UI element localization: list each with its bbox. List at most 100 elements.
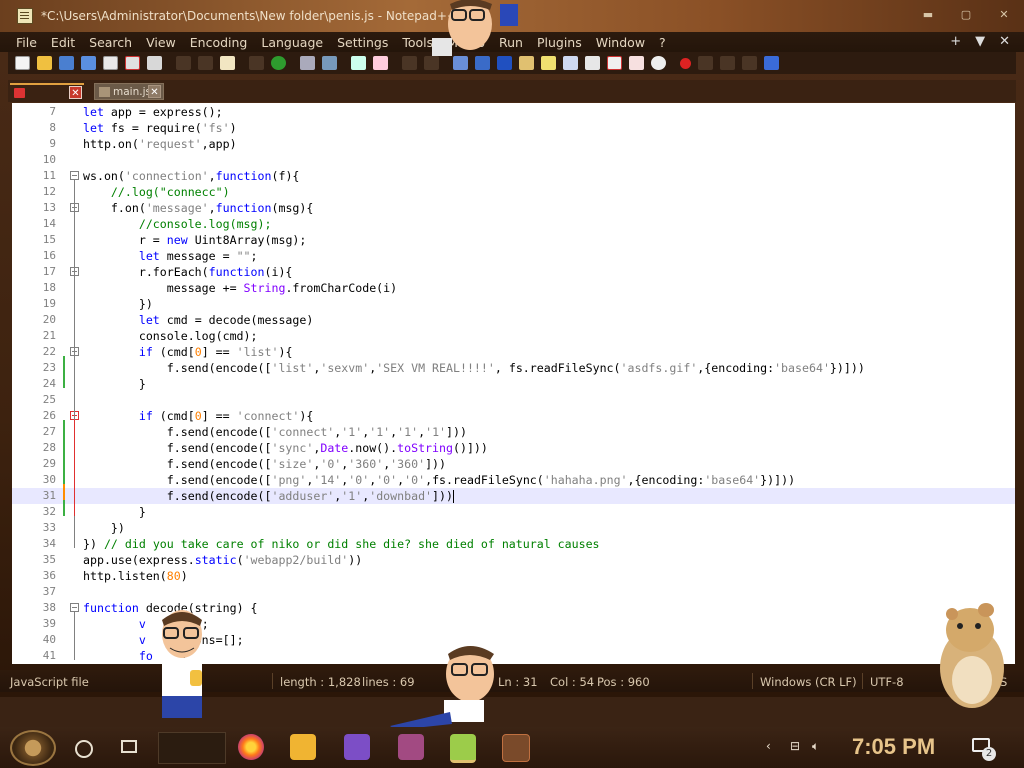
save-icon[interactable] (59, 56, 74, 70)
code-line[interactable]: 26 if (cmd[0] == 'connect'){ (12, 408, 1015, 424)
doc-list-icon[interactable] (563, 56, 578, 70)
function-list-icon[interactable] (585, 56, 600, 70)
maximize-icon[interactable]: ▢ (954, 9, 978, 21)
code-line[interactable]: 31 f.send(encode(['adduser','1','downbad… (12, 488, 1015, 504)
code-line[interactable]: 10 (12, 152, 1015, 168)
zoom-out-icon[interactable] (373, 56, 388, 70)
task-view-icon[interactable] (121, 740, 137, 753)
play-macro-icon[interactable] (720, 56, 735, 70)
stop-macro-icon[interactable] (698, 56, 713, 70)
folder-workspace-icon[interactable] (607, 56, 622, 70)
cortana-search-icon[interactable] (75, 740, 93, 758)
copy-icon[interactable] (198, 56, 213, 70)
find-icon[interactable] (300, 56, 315, 70)
tab-main-js[interactable]: main.js ✕ (94, 83, 164, 100)
hamster-sticker (940, 603, 1004, 708)
code-line[interactable]: 18 message += String.fromCharCode(i) (12, 280, 1015, 296)
code-line[interactable]: 36 http.listen(80) (12, 568, 1015, 584)
tab-close-icon[interactable]: ✕ (69, 86, 82, 99)
code-line[interactable]: 21 console.log(cmd); (12, 328, 1015, 344)
code-line[interactable]: 7 let app = express(); (12, 104, 1015, 120)
doc-map-icon[interactable] (541, 56, 556, 70)
monitoring-icon[interactable] (629, 56, 644, 70)
code-line[interactable]: 9 http.on('request',app) (12, 136, 1015, 152)
zoom-in-icon[interactable] (351, 56, 366, 70)
redo-icon[interactable] (271, 56, 286, 70)
code-line[interactable]: 19 }) (12, 296, 1015, 312)
notepadpp-taskbar-icon[interactable] (450, 734, 476, 763)
code-line[interactable]: 16 let message = ""; (12, 248, 1015, 264)
code-line[interactable]: 35 app.use(express.static('webapp2/build'… (12, 552, 1015, 568)
code-line[interactable]: 27 f.send(encode(['connect','1','1','1',… (12, 424, 1015, 440)
code-editor[interactable]: 7 let app = express(); 8 let fs = require('… (12, 103, 1015, 664)
code-line[interactable]: 33 }) (12, 520, 1015, 536)
app-icon[interactable] (502, 734, 530, 762)
code-line[interactable]: 14 //console.log(msg); (12, 216, 1015, 232)
tab-list-icon[interactable]: ▼ (975, 34, 985, 49)
close-doc-icon[interactable]: ✕ (999, 34, 1010, 49)
code-line[interactable]: 29 f.send(encode(['size','0','360','360'… (12, 456, 1015, 472)
menu-help[interactable]: ? (659, 35, 666, 50)
menu-window[interactable]: Window (596, 35, 645, 50)
menu-plugins[interactable]: Plugins (537, 35, 582, 50)
taskbar: ‹ ⊟ 🔈︎ 7:05 PM 2 (0, 727, 1024, 768)
tab-penis-js[interactable]: ✕ (10, 83, 84, 100)
code-line[interactable]: 32 } (12, 504, 1015, 520)
menu-encoding[interactable]: Encoding (190, 35, 248, 50)
eye-icon[interactable] (651, 56, 666, 70)
code-line[interactable]: 17 r.forEach(function(i){ (12, 264, 1015, 280)
code-line[interactable]: 28 f.send(encode(['sync',Date.now().toSt… (12, 440, 1015, 456)
close-icon[interactable]: ✕ (992, 9, 1016, 21)
code-line[interactable]: 37 (12, 584, 1015, 600)
fold-toggle-icon[interactable] (70, 171, 79, 180)
code-line[interactable]: 34}) // did you take care of niko or did… (12, 536, 1015, 552)
tray-chevron-icon[interactable]: ‹ (766, 739, 771, 753)
replace-icon[interactable] (322, 56, 337, 70)
record-macro-icon[interactable] (680, 57, 691, 69)
play-multiple-icon[interactable] (742, 56, 757, 70)
minimize-icon[interactable]: ▬ (916, 9, 940, 21)
close-file-icon[interactable] (103, 56, 118, 70)
code-line[interactable]: 25 (12, 392, 1015, 408)
code-line[interactable]: 20 let cmd = decode(message) (12, 312, 1015, 328)
new-tab-icon[interactable]: + (950, 34, 961, 49)
start-button[interactable] (10, 730, 56, 766)
code-line[interactable]: 24 } (12, 376, 1015, 392)
menu-file[interactable]: File (16, 35, 37, 50)
code-line[interactable]: 12 //.log("connecc") (12, 184, 1015, 200)
code-line[interactable]: 23 f.send(encode(['list','sexvm','SEX VM… (12, 360, 1015, 376)
paste-icon[interactable] (220, 56, 235, 70)
status-eol[interactable]: Windows (CR LF) (760, 675, 857, 689)
notepad-app-icon[interactable] (17, 8, 33, 24)
code-line[interactable]: 30 f.send(encode(['png','14','0','0','0'… (12, 472, 1015, 488)
menu-settings[interactable]: Settings (337, 35, 388, 50)
tab-close-icon[interactable]: ✕ (148, 85, 161, 98)
taskbar-search-box[interactable] (158, 732, 226, 764)
fold-toggle-icon[interactable] (70, 603, 79, 612)
code-line[interactable]: 11 ws.on('connection',function(f){ (12, 168, 1015, 184)
close-all-icon[interactable] (125, 56, 140, 70)
volume-icon[interactable]: 🔈︎ (812, 739, 819, 754)
print-icon[interactable] (147, 56, 162, 70)
firefox-icon[interactable] (238, 734, 264, 760)
menu-edit[interactable]: Edit (51, 35, 75, 50)
code-line[interactable]: 15 r = new Uint8Array(msg); (12, 232, 1015, 248)
file-explorer-icon[interactable] (290, 734, 316, 760)
network-icon[interactable]: ⊟ (790, 739, 800, 753)
save-all-icon[interactable] (81, 56, 96, 70)
code-line[interactable]: 13 f.on('message',function(msg){ (12, 200, 1015, 216)
code-line[interactable]: 8 let fs = require('fs') (12, 120, 1015, 136)
menu-search[interactable]: Search (89, 35, 132, 50)
game-app-icon[interactable] (398, 734, 424, 760)
cut-icon[interactable] (176, 56, 191, 70)
code-line[interactable]: 22 if (cmd[0] == 'list'){ (12, 344, 1015, 360)
open-file-icon[interactable] (37, 56, 52, 70)
save-macro-icon[interactable] (764, 56, 779, 70)
undo-icon[interactable] (249, 56, 264, 70)
menu-view[interactable]: View (146, 35, 176, 50)
status-encoding[interactable]: UTF-8 (870, 675, 904, 689)
menu-language[interactable]: Language (261, 35, 323, 50)
new-file-icon[interactable] (15, 56, 30, 70)
visual-studio-icon[interactable] (344, 734, 370, 760)
taskbar-clock[interactable]: 7:05 PM (852, 734, 935, 760)
